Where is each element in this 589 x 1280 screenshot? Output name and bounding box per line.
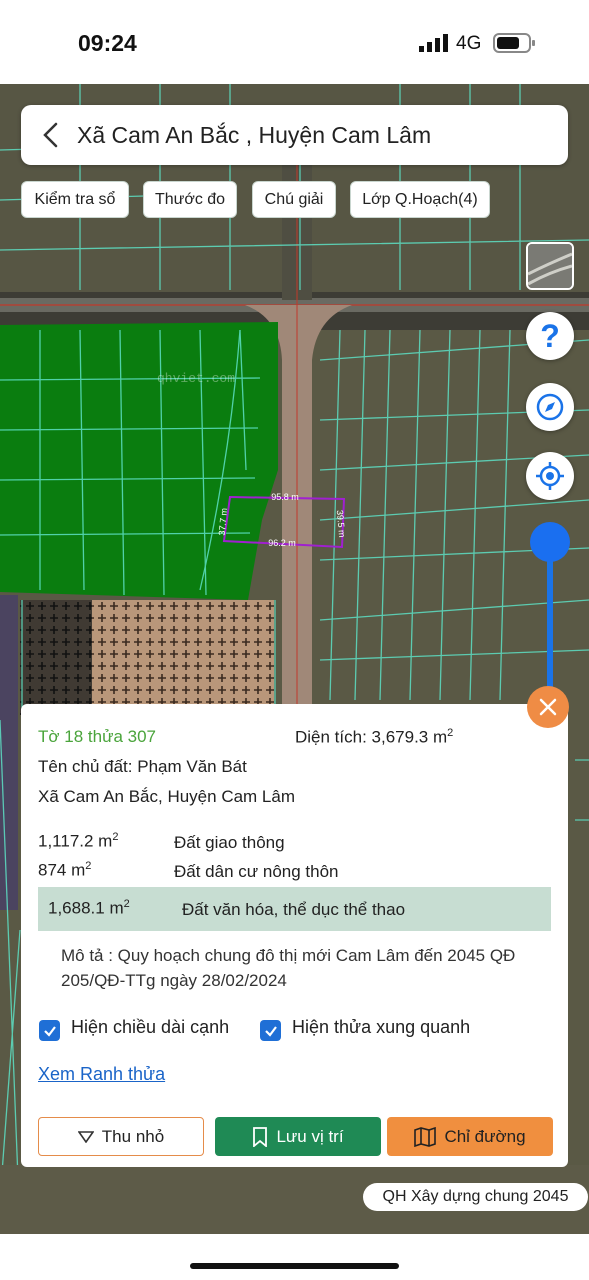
status-bar: 09:24 4G	[0, 0, 589, 84]
land-use-type: Đất dân cư nông thôn	[174, 862, 339, 881]
planning-layers-chip[interactable]: Lớp Q.Hoạch(4)	[350, 181, 490, 218]
zoom-slider-track[interactable]	[547, 543, 553, 705]
save-location-button[interactable]: Lưu vị trí	[215, 1117, 381, 1156]
land-use-area: 1,688.1 m2	[48, 898, 130, 918]
show-edge-length-label[interactable]: Hiện chiều dài cạnh	[71, 1017, 229, 1038]
close-icon	[539, 698, 557, 716]
home-indicator[interactable]	[190, 1263, 399, 1269]
basemap-toggle-button[interactable]	[526, 242, 574, 290]
page-title: Xã Cam An Bắc , Huyện Cam Lâm	[77, 122, 432, 148]
satellite-thumbnail-icon	[528, 244, 572, 288]
home-indicator-bar	[0, 1234, 589, 1280]
location-header: Xã Cam An Bắc , Huyện Cam Lâm	[21, 105, 568, 165]
zoom-slider-knob[interactable]	[530, 522, 570, 562]
land-use-type: Đất giao thông	[174, 833, 285, 852]
svg-text:95.8 m: 95.8 m	[271, 492, 299, 502]
directions-label: Chỉ đường	[444, 1126, 526, 1146]
battery-icon	[493, 33, 535, 53]
minimize-button[interactable]: Thu nhỏ	[38, 1117, 204, 1156]
directions-button[interactable]: Chỉ đường	[387, 1117, 553, 1156]
check-icon	[43, 1025, 56, 1037]
triangle-down-icon	[77, 1130, 94, 1143]
parcel-area: Diện tích: 3,679.3 m2	[295, 727, 454, 747]
status-time: 09:24	[78, 30, 137, 56]
svg-text:96.2 m: 96.2 m	[268, 538, 296, 548]
crosshair-icon	[536, 462, 564, 490]
parcel-info-panel: Tờ 18 thửa 307 Diện tích: 3,679.3 m2 Tên…	[21, 704, 568, 1167]
back-icon[interactable]	[37, 120, 67, 150]
planning-layer-label[interactable]: QH Xây dựng chung 2045	[363, 1183, 588, 1211]
view-boundary-link[interactable]: Xem Ranh thửa	[38, 1064, 165, 1085]
map-watermark: qhviet.com	[157, 371, 236, 386]
planning-description: Mô tả : Quy hoạch chung đô thị mới Cam L…	[61, 946, 516, 990]
save-location-label: Lưu vị trí	[276, 1126, 344, 1146]
land-use-area: 874 m2	[38, 860, 92, 880]
minimize-label: Thu nhỏ	[101, 1126, 165, 1146]
legend-chip[interactable]: Chú giải	[252, 181, 336, 218]
parcel-sheet-number: Tờ 18 thửa 307	[38, 727, 156, 746]
parcel-address: Xã Cam An Bắc, Huyện Cam Lâm	[38, 787, 296, 806]
ruler-chip[interactable]: Thước đo	[143, 181, 237, 218]
owner-name: Tên chủ đất: Phạm Văn Bát	[38, 757, 247, 776]
compass-icon	[536, 393, 564, 421]
check-deed-chip[interactable]: Kiểm tra sổ	[21, 181, 129, 218]
close-panel-button[interactable]	[527, 686, 569, 728]
help-button[interactable]: ?	[526, 312, 574, 360]
land-use-area: 1,117.2 m2	[38, 831, 119, 851]
map-icon	[414, 1126, 437, 1147]
signal-icon	[419, 34, 448, 52]
check-icon	[264, 1025, 277, 1037]
show-neighbors-checkbox[interactable]	[260, 1020, 281, 1041]
bookmark-icon	[253, 1126, 268, 1147]
my-location-button[interactable]	[526, 452, 574, 500]
show-neighbors-label[interactable]: Hiện thửa xung quanh	[292, 1017, 470, 1038]
help-icon: ?	[540, 317, 560, 354]
network-type: 4G	[456, 33, 482, 54]
land-use-type: Đất văn hóa, thể dục thể thao	[182, 900, 406, 919]
compass-button[interactable]	[526, 383, 574, 431]
show-edge-length-checkbox[interactable]	[39, 1020, 60, 1041]
